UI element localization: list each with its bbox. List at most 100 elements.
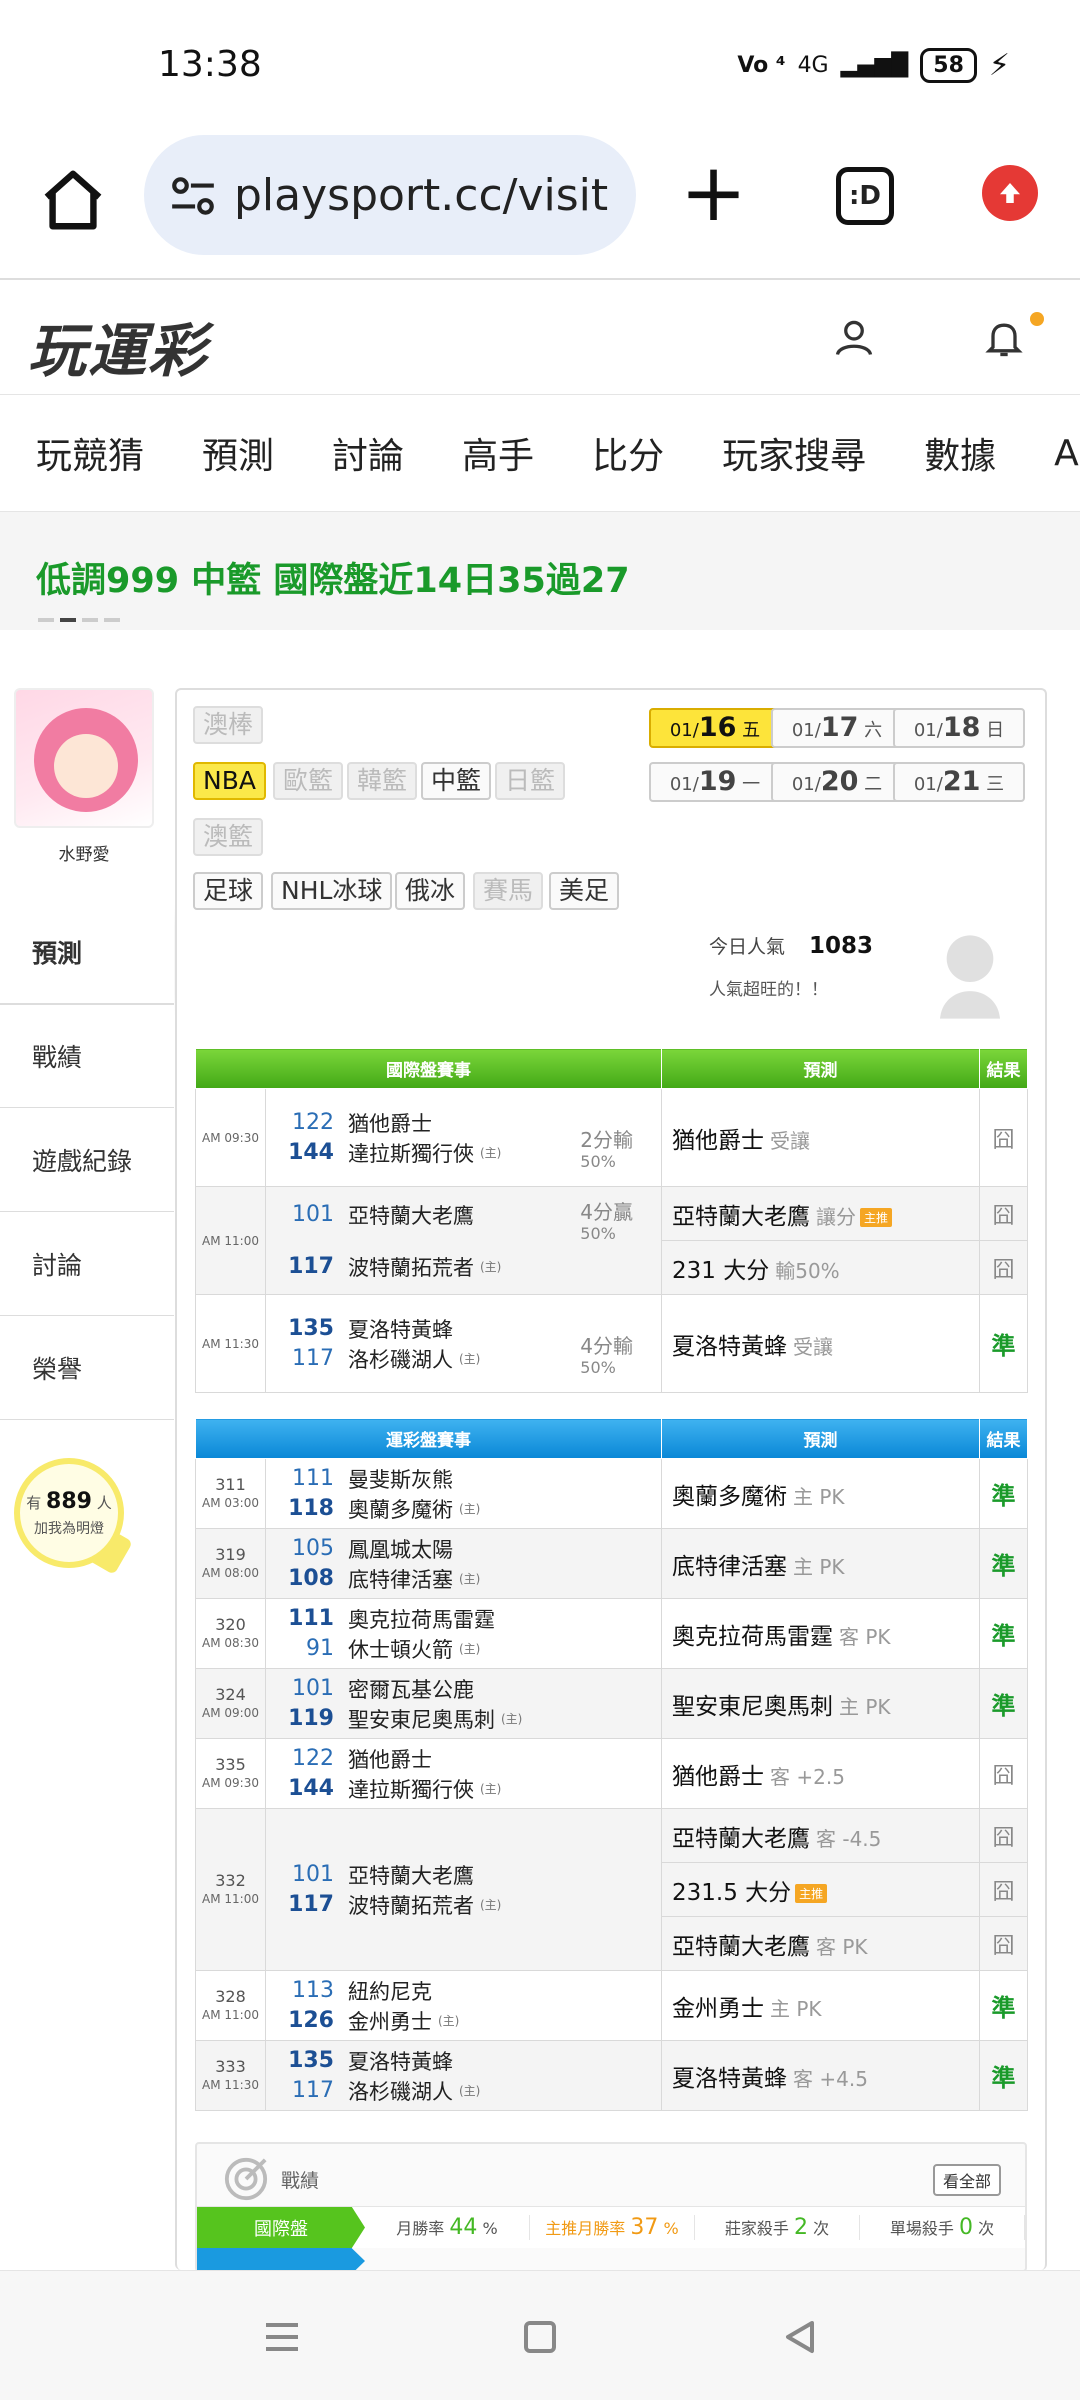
record-summary: 戰績 看全部 國際盤 月勝率 44 % 主推月勝率 37 % 莊家殺手 2 次 … (195, 2142, 1027, 2270)
user-profile[interactable]: 水野愛 (14, 688, 154, 876)
record-row-intl: 國際盤 月勝率 44 % 主推月勝率 37 % 莊家殺手 2 次 單場殺手 0 … (197, 2206, 1025, 2249)
avatar[interactable] (14, 688, 154, 828)
status-bar: 13:38 Vo ⁴ 4G ▂▄▆█ 58 ⚡ (0, 0, 1080, 135)
side-item-game-log[interactable]: 遊戲紀錄 (0, 1108, 174, 1212)
table-row[interactable]: AM 09:30 122 猶他爵士 144 達拉斯獨行俠 (主) 2分輸 50% 猶他爵… (195, 1088, 1028, 1187)
announcement-text[interactable]: 低調999 中籃 國際盤近14日35過27 (36, 552, 630, 603)
nav-item-data[interactable]: 數據 (924, 427, 996, 479)
announcement-banner[interactable]: 低調999 中籃 國際盤近14日35過27 (0, 512, 1080, 630)
table-header: 國際盤賽事 預測 結果 (195, 1048, 1028, 1089)
notification-dot (1030, 312, 1044, 326)
date-button[interactable]: 01/18 日 (893, 708, 1025, 748)
result-badge: 準 (979, 1528, 1028, 1599)
site-settings-icon[interactable] (168, 171, 218, 221)
result-badge: 囧 (979, 1808, 1028, 1863)
mascot-icon (940, 935, 1000, 1019)
league-chip[interactable]: 俄冰 (395, 872, 466, 910)
user-icon[interactable] (832, 316, 876, 360)
carousel-dot-active[interactable] (60, 618, 76, 622)
table-row[interactable]: AM 11:00 101 亞特蘭大老鷹 117 波特蘭拓荒者 (主) 4分贏 50% 亞… (195, 1186, 1028, 1295)
see-all-button[interactable]: 看全部 (932, 2164, 1001, 2196)
carousel-dot[interactable] (104, 618, 120, 622)
record-label-lottery (197, 2248, 365, 2270)
result-badge: 準 (979, 1970, 1028, 2041)
nav-item-experts[interactable]: 高手 (462, 427, 534, 479)
record-label: 國際盤 (197, 2206, 365, 2249)
tab-switcher-button[interactable]: :D (836, 167, 894, 225)
update-button[interactable] (982, 165, 1038, 221)
follow-lamp-button[interactable]: 有 889 人 加我為明燈 (14, 1458, 124, 1568)
table-row[interactable]: AM 11:30 135 夏洛特黃蜂 117 洛杉磯湖人 (主) 4分輸 50% 夏洛特… (195, 1294, 1028, 1393)
table-row[interactable]: 332 AM 11:00 101 亞特蘭大老鷹 117 波特蘭拓荒者 (主) 亞特蘭大老… (195, 1808, 1028, 1971)
side-item-predictions[interactable]: 預測 (0, 900, 174, 1004)
side-item-record[interactable]: 戰績 (0, 1004, 174, 1108)
url-text[interactable]: playsport.cc/visit (234, 170, 608, 221)
browser-toolbar: playsport.cc/visit + :D (0, 135, 1080, 280)
battery-icon: 58 (920, 48, 977, 83)
league-chip[interactable]: 歐籃 (273, 762, 344, 800)
table-row[interactable]: 324 AM 09:00 101 密爾瓦基公鹿 119 聖安東尼奧馬刺 (主) 聖安東尼… (195, 1668, 1028, 1739)
date-button[interactable]: 01/17 六 (771, 708, 903, 748)
nav-item-player-search[interactable]: 玩家搜尋 (722, 427, 866, 479)
result-badge: 囧 (979, 1862, 1028, 1917)
carousel-dot[interactable] (38, 618, 54, 622)
new-tab-button[interactable]: + (680, 153, 747, 233)
league-chip[interactable]: 澳棒 (193, 706, 264, 744)
result-badge: 囧 (979, 1240, 1028, 1295)
league-chip[interactable]: 澳籃 (193, 818, 264, 856)
date-button[interactable]: 01/19 一 (649, 762, 781, 802)
result-badge: 準 (979, 1458, 1028, 1529)
result-badge: 囧 (979, 1738, 1028, 1809)
url-bar[interactable]: playsport.cc/visit (144, 135, 636, 255)
league-chip[interactable]: 日籃 (495, 762, 566, 800)
carousel-dot[interactable] (82, 618, 98, 622)
dealer-killer: 莊家殺手 2 次 (695, 2215, 860, 2240)
status-icons: Vo ⁴ 4G ▂▄▆█ 58 ⚡ (737, 48, 1010, 83)
table-row[interactable]: 335 AM 09:30 122 猶他爵士 144 達拉斯獨行俠 (主) 猶他爵士客 +… (195, 1738, 1028, 1809)
league-chip[interactable]: NHL冰球 (271, 872, 393, 910)
date-button[interactable]: 01/21 三 (893, 762, 1025, 802)
nav-item-scores[interactable]: 比分 (592, 427, 664, 479)
network-label: 4G (797, 53, 829, 78)
monthly-rate: 月勝率 44 % (365, 2215, 530, 2240)
table-row[interactable]: 328 AM 11:00 113 紐約尼克 126 金州勇士 (主) 金州勇士主 PK … (195, 1970, 1028, 2041)
league-chip[interactable]: 中籃 (421, 762, 492, 800)
main-nav: 玩競猜 預測 討論 高手 比分 玩家搜尋 數據 APP (0, 395, 1080, 512)
home-icon[interactable] (38, 165, 108, 235)
predictions-panel: 澳棒 NBA 歐籃 韓籃 中籃 日籃 澳籃 足球 NHL冰球 俄冰 賽馬 美足 … (175, 688, 1047, 2270)
popularity-box: 今日人氣 1083 人氣超旺的！！ (709, 932, 1029, 1024)
follow-cta: 加我為明燈 (34, 1520, 104, 1537)
league-chip[interactable]: 賽馬 (473, 872, 544, 910)
nav-item-forum[interactable]: 討論 (332, 427, 404, 479)
nav-item-predict[interactable]: 預測 (202, 427, 274, 479)
menu-icon[interactable] (258, 2313, 306, 2361)
side-item-discussion[interactable]: 討論 (0, 1212, 174, 1316)
back-icon[interactable] (776, 2313, 824, 2361)
date-button-selected[interactable]: 01/16 五 (649, 708, 781, 748)
league-chip[interactable]: 美足 (549, 872, 620, 910)
table-row[interactable]: 320 AM 08:30 111 奧克拉荷馬雷霆 91 休士頓火箭 (主) 奧克拉荷馬雷… (195, 1598, 1028, 1669)
result-badge: 準 (979, 1598, 1028, 1669)
table-row[interactable]: 319 AM 08:00 105 鳳凰城太陽 108 底特律活塞 (主) 底特律活塞主 … (195, 1528, 1028, 1599)
side-item-honors[interactable]: 榮譽 (0, 1316, 174, 1420)
carousel-dots (38, 618, 120, 622)
date-button[interactable]: 01/20 二 (771, 762, 903, 802)
nav-item-app[interactable]: APP (1054, 433, 1080, 474)
site-logo[interactable]: 玩運彩 (28, 304, 208, 388)
charging-icon: ⚡ (988, 48, 1010, 83)
status-time: 13:38 (158, 44, 262, 85)
league-chip[interactable]: 足球 (193, 872, 264, 910)
table-row[interactable]: 311 AM 03:00 111 曼斐斯灰熊 118 奧蘭多魔術 (主) 奧蘭多魔術主 … (195, 1458, 1028, 1529)
system-nav-bar (0, 2270, 1080, 2400)
network-icon: Vo ⁴ (737, 53, 786, 78)
arrow-up-icon (1000, 183, 1020, 203)
league-chip[interactable]: 韓籃 (347, 762, 418, 800)
home-square-icon[interactable] (516, 2313, 564, 2361)
nav-item-guess[interactable]: 玩競猜 (36, 427, 144, 479)
profile-name[interactable]: 水野愛 (14, 840, 154, 865)
bell-icon[interactable] (982, 316, 1026, 360)
result-badge: 囧 (979, 1088, 1028, 1187)
league-chip-selected[interactable]: NBA (193, 762, 266, 800)
table-row[interactable]: 333 AM 11:30 135 夏洛特黃蜂 117 洛杉磯湖人 (主) 夏洛特黃蜂客 … (195, 2040, 1028, 2111)
result-badge: 準 (979, 2040, 1028, 2111)
